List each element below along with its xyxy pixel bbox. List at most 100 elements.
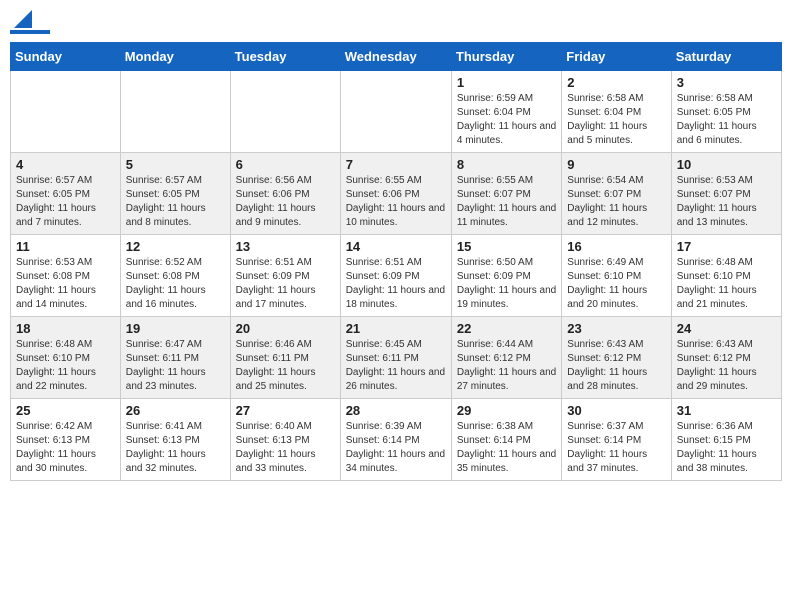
day-cell: 9 Sunrise: 6:54 AM Sunset: 6:07 PM Daylig…: [562, 153, 671, 235]
day-number: 19: [126, 321, 225, 336]
day-info: Sunrise: 6:57 AM Sunset: 6:05 PM Dayligh…: [126, 174, 225, 230]
day-cell: 12 Sunrise: 6:52 AM Sunset: 6:08 PM Dayli…: [120, 235, 230, 317]
day-number: 17: [677, 239, 776, 254]
day-cell: 24Sunrise: 6:43 AM Sunset: 6:12 PM Dayli…: [671, 317, 781, 399]
day-cell: 10 Sunrise: 6:53 AM Sunset: 6:07 PM Dayli…: [671, 153, 781, 235]
col-header-wednesday: Wednesday: [340, 43, 451, 71]
col-header-thursday: Thursday: [451, 43, 561, 71]
day-info: Sunrise: 6:39 AM Sunset: 6:14 PM Dayligh…: [346, 420, 446, 476]
day-info: Sunrise: 6:36 AM Sunset: 6:15 PM Dayligh…: [677, 420, 776, 476]
day-info: Sunrise: 6:48 AM Sunset: 6:10 PM Dayligh…: [677, 256, 776, 312]
day-cell: 21 Sunrise: 6:45 AM Sunset: 6:11 PM Dayli…: [340, 317, 451, 399]
day-info: Sunrise: 6:48 AM Sunset: 6:10 PM Dayligh…: [16, 338, 115, 394]
day-number: 13: [236, 239, 335, 254]
col-header-monday: Monday: [120, 43, 230, 71]
week-row-2: 4 Sunrise: 6:57 AM Sunset: 6:05 PM Daylig…: [11, 153, 782, 235]
day-info: Sunrise: 6:54 AM Sunset: 6:07 PM Dayligh…: [567, 174, 665, 230]
day-info: Sunrise: 6:43 AM Sunset: 6:12 PM Dayligh…: [567, 338, 665, 394]
col-header-saturday: Saturday: [671, 43, 781, 71]
day-cell: [11, 71, 121, 153]
day-number: 31: [677, 403, 776, 418]
day-number: 20: [236, 321, 335, 336]
day-cell: 1Sunrise: 6:59 AM Sunset: 6:04 PM Daylig…: [451, 71, 561, 153]
week-row-4: 18 Sunrise: 6:48 AM Sunset: 6:10 PM Dayli…: [11, 317, 782, 399]
day-cell: 6Sunrise: 6:56 AM Sunset: 6:06 PM Daylig…: [230, 153, 340, 235]
day-cell: 26Sunrise: 6:41 AM Sunset: 6:13 PM Dayli…: [120, 399, 230, 481]
day-number: 14: [346, 239, 446, 254]
day-cell: 20 Sunrise: 6:46 AM Sunset: 6:11 PM Dayli…: [230, 317, 340, 399]
col-header-friday: Friday: [562, 43, 671, 71]
day-info: Sunrise: 6:38 AM Sunset: 6:14 PM Dayligh…: [457, 420, 556, 476]
day-number: 28: [346, 403, 446, 418]
day-number: 11: [16, 239, 115, 254]
calendar-header: SundayMondayTuesdayWednesdayThursdayFrid…: [11, 43, 782, 71]
day-cell: 22 Sunrise: 6:44 AM Sunset: 6:12 PM Dayli…: [451, 317, 561, 399]
day-number: 29: [457, 403, 556, 418]
day-info: Sunrise: 6:53 AM Sunset: 6:07 PM Dayligh…: [677, 174, 776, 230]
day-info: Sunrise: 6:50 AM Sunset: 6:09 PM Dayligh…: [457, 256, 556, 312]
day-info: Sunrise: 6:46 AM Sunset: 6:11 PM Dayligh…: [236, 338, 335, 394]
day-info: Sunrise: 6:55 AM Sunset: 6:06 PM Dayligh…: [346, 174, 446, 230]
day-cell: 17 Sunrise: 6:48 AM Sunset: 6:10 PM Dayli…: [671, 235, 781, 317]
day-info: Sunrise: 6:45 AM Sunset: 6:11 PM Dayligh…: [346, 338, 446, 394]
day-number: 22: [457, 321, 556, 336]
day-cell: 7 Sunrise: 6:55 AM Sunset: 6:06 PM Daylig…: [340, 153, 451, 235]
day-cell: [230, 71, 340, 153]
day-cell: 19 Sunrise: 6:47 AM Sunset: 6:11 PM Dayli…: [120, 317, 230, 399]
day-cell: 28 Sunrise: 6:39 AM Sunset: 6:14 PM Dayli…: [340, 399, 451, 481]
calendar-body: 1Sunrise: 6:59 AM Sunset: 6:04 PM Daylig…: [11, 71, 782, 481]
day-number: 3: [677, 75, 776, 90]
day-info: Sunrise: 6:53 AM Sunset: 6:08 PM Dayligh…: [16, 256, 115, 312]
day-cell: 5 Sunrise: 6:57 AM Sunset: 6:05 PM Daylig…: [120, 153, 230, 235]
day-number: 5: [126, 157, 225, 172]
day-cell: 4 Sunrise: 6:57 AM Sunset: 6:05 PM Daylig…: [11, 153, 121, 235]
day-cell: 29 Sunrise: 6:38 AM Sunset: 6:14 PM Dayli…: [451, 399, 561, 481]
day-cell: 14 Sunrise: 6:51 AM Sunset: 6:09 PM Dayli…: [340, 235, 451, 317]
day-cell: [120, 71, 230, 153]
day-number: 23: [567, 321, 665, 336]
day-cell: 2 Sunrise: 6:58 AM Sunset: 6:04 PM Daylig…: [562, 71, 671, 153]
day-number: 21: [346, 321, 446, 336]
day-number: 26: [126, 403, 225, 418]
day-cell: 8 Sunrise: 6:55 AM Sunset: 6:07 PM Daylig…: [451, 153, 561, 235]
day-info: Sunrise: 6:37 AM Sunset: 6:14 PM Dayligh…: [567, 420, 665, 476]
day-number: 18: [16, 321, 115, 336]
day-info: Sunrise: 6:58 AM Sunset: 6:05 PM Dayligh…: [677, 92, 776, 148]
day-cell: 13Sunrise: 6:51 AM Sunset: 6:09 PM Dayli…: [230, 235, 340, 317]
day-number: 24: [677, 321, 776, 336]
day-info: Sunrise: 6:57 AM Sunset: 6:05 PM Dayligh…: [16, 174, 115, 230]
logo-underline: [10, 30, 50, 34]
day-number: 25: [16, 403, 115, 418]
day-number: 1: [457, 75, 556, 90]
day-info: Sunrise: 6:47 AM Sunset: 6:11 PM Dayligh…: [126, 338, 225, 394]
day-cell: 11 Sunrise: 6:53 AM Sunset: 6:08 PM Dayli…: [11, 235, 121, 317]
col-header-sunday: Sunday: [11, 43, 121, 71]
day-info: Sunrise: 6:51 AM Sunset: 6:09 PM Dayligh…: [346, 256, 446, 312]
logo: [10, 10, 50, 34]
day-number: 4: [16, 157, 115, 172]
day-info: Sunrise: 6:52 AM Sunset: 6:08 PM Dayligh…: [126, 256, 225, 312]
week-row-3: 11 Sunrise: 6:53 AM Sunset: 6:08 PM Dayli…: [11, 235, 782, 317]
day-cell: 16Sunrise: 6:49 AM Sunset: 6:10 PM Dayli…: [562, 235, 671, 317]
day-number: 2: [567, 75, 665, 90]
col-header-tuesday: Tuesday: [230, 43, 340, 71]
day-info: Sunrise: 6:44 AM Sunset: 6:12 PM Dayligh…: [457, 338, 556, 394]
day-number: 27: [236, 403, 335, 418]
week-row-1: 1Sunrise: 6:59 AM Sunset: 6:04 PM Daylig…: [11, 71, 782, 153]
day-number: 8: [457, 157, 556, 172]
day-number: 9: [567, 157, 665, 172]
day-info: Sunrise: 6:55 AM Sunset: 6:07 PM Dayligh…: [457, 174, 556, 230]
day-cell: 18 Sunrise: 6:48 AM Sunset: 6:10 PM Dayli…: [11, 317, 121, 399]
day-number: 15: [457, 239, 556, 254]
page-header: [10, 10, 782, 34]
day-info: Sunrise: 6:58 AM Sunset: 6:04 PM Dayligh…: [567, 92, 665, 148]
day-info: Sunrise: 6:56 AM Sunset: 6:06 PM Dayligh…: [236, 174, 335, 230]
day-number: 10: [677, 157, 776, 172]
header-row: SundayMondayTuesdayWednesdayThursdayFrid…: [11, 43, 782, 71]
day-number: 7: [346, 157, 446, 172]
day-cell: 15 Sunrise: 6:50 AM Sunset: 6:09 PM Dayli…: [451, 235, 561, 317]
day-cell: 30Sunrise: 6:37 AM Sunset: 6:14 PM Dayli…: [562, 399, 671, 481]
day-number: 12: [126, 239, 225, 254]
day-cell: 27Sunrise: 6:40 AM Sunset: 6:13 PM Dayli…: [230, 399, 340, 481]
day-cell: 31 Sunrise: 6:36 AM Sunset: 6:15 PM Dayli…: [671, 399, 781, 481]
